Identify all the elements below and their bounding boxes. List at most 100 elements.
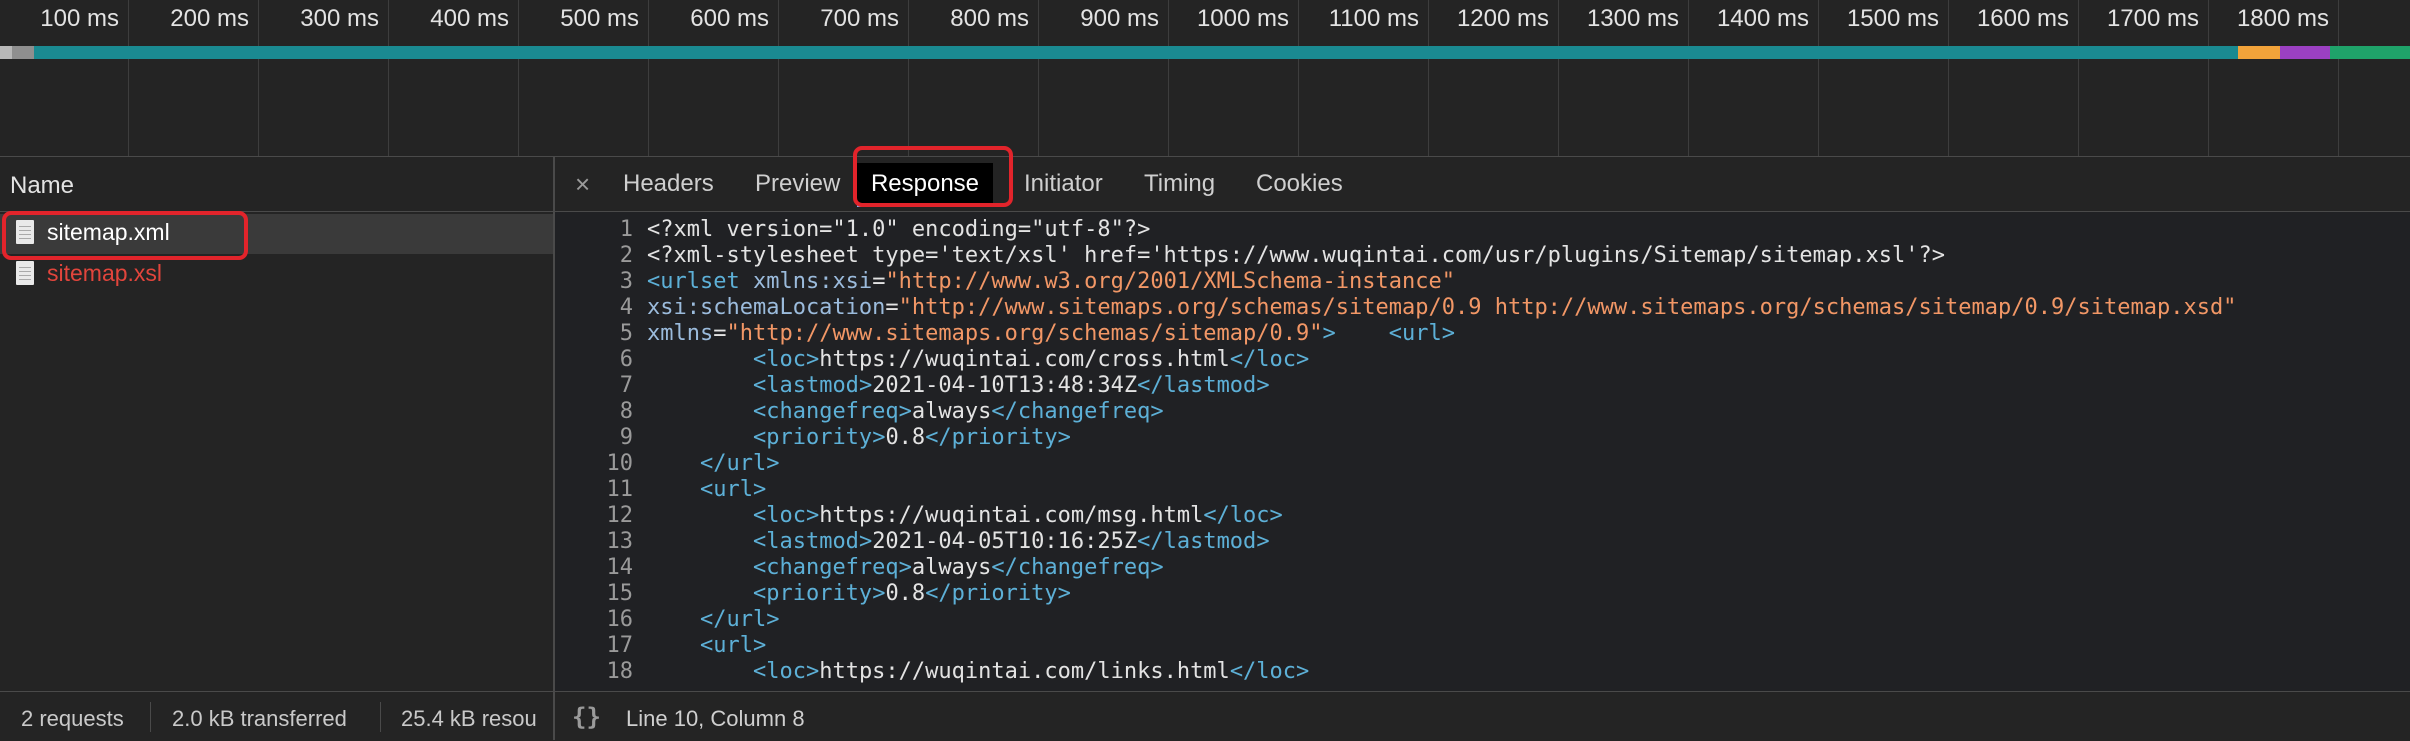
line-number: 5 — [619, 321, 633, 346]
resources-size: 25.4 kB resou — [401, 706, 537, 731]
timeline-gridline — [518, 0, 519, 156]
tab-initiator[interactable]: Initiator — [1024, 170, 1103, 198]
code-line: <loc>https://wuqintai.com/cross.html</lo… — [752, 347, 1310, 372]
timeline-gridline — [908, 0, 909, 156]
tab-timing[interactable]: Timing — [1144, 170, 1215, 198]
waterfall-overview-bar — [0, 46, 2410, 59]
timeline-tick-label: 1500 ms — [1846, 5, 1939, 32]
waterfall-segment-green — [2330, 46, 2410, 59]
waterfall-segment-teal — [34, 46, 2238, 59]
request-count: 2 requests — [21, 706, 124, 731]
line-number: 15 — [606, 581, 634, 606]
timeline-gridline — [1688, 0, 1689, 156]
line-number: 18 — [606, 659, 634, 684]
timeline-tick-label: 1700 ms — [2106, 5, 2199, 32]
response-code-viewer[interactable]: 1 <?xml version="1.0" encoding="utf-8"?> 2… — [555, 217, 2410, 692]
timeline-gridline — [1168, 0, 1169, 156]
code-line: <urlset xmlns:xsi="http://www.w3.org/200… — [647, 269, 1455, 294]
line-number: 9 — [619, 425, 633, 450]
line-number: 14 — [606, 555, 634, 580]
code-line: <url> — [699, 477, 767, 502]
tab-response[interactable]: Response — [857, 163, 993, 207]
timeline-tick-label: 300 ms — [300, 5, 379, 32]
line-number: 8 — [619, 399, 633, 424]
cursor-position: Line 10, Column 8 — [626, 706, 805, 731]
timeline-gridline — [1428, 0, 1429, 156]
line-number: 4 — [619, 295, 633, 320]
code-line: <priority>0.8</priority> — [752, 425, 1071, 450]
name-column-header[interactable]: Name — [0, 157, 553, 212]
close-icon[interactable]: × — [575, 169, 590, 200]
request-row-sitemap-xml[interactable]: sitemap.xml — [0, 214, 553, 254]
line-number: 13 — [606, 529, 634, 554]
timeline-gridline — [2208, 0, 2209, 156]
timeline-tick-label: 1800 ms — [2236, 5, 2329, 32]
tab-headers[interactable]: Headers — [623, 170, 714, 198]
code-line: <?xml version="1.0" encoding="utf-8"?> — [647, 217, 1151, 242]
line-number: 10 — [606, 451, 634, 476]
timeline-gridline — [1948, 0, 1949, 156]
timeline-tick-label: 200 ms — [170, 5, 249, 32]
code-line: xmlns="http://www.sitemaps.org/schemas/s… — [647, 321, 1455, 346]
waterfall-segment-gray — [0, 46, 12, 59]
timeline-tick-label: 500 ms — [560, 5, 639, 32]
network-summary-bar: 2 requests 2.0 kB transferred 25.4 kB re… — [0, 691, 553, 741]
timeline-gridline — [1298, 0, 1299, 156]
details-tab-bar: × Headers Preview Response Initiator Tim… — [555, 157, 2410, 212]
code-line: <url> — [699, 633, 767, 658]
line-number: 3 — [619, 269, 633, 294]
network-timeline-overview[interactable]: 100 ms 200 ms 300 ms 400 ms 500 ms 600 ms 700 … — [0, 0, 2410, 157]
tab-response-label: Response — [870, 170, 980, 197]
timeline-tick-label: 1400 ms — [1716, 5, 1809, 32]
timeline-gridline — [128, 0, 129, 156]
waterfall-segment-purple — [2280, 46, 2330, 59]
timeline-tick-label: 1000 ms — [1196, 5, 1289, 32]
response-status-bar: {} Line 10, Column 8 — [555, 691, 2410, 741]
timeline-gridline — [388, 0, 389, 156]
code-line: xsi:schemaLocation="http://www.sitemaps.… — [647, 295, 2237, 320]
code-line: </url> — [699, 607, 780, 632]
line-number: 12 — [606, 503, 634, 528]
code-line: <lastmod>2021-04-10T13:48:34Z</lastmod> — [752, 373, 1270, 398]
timeline-tick-label: 1200 ms — [1456, 5, 1549, 32]
tab-preview[interactable]: Preview — [755, 170, 840, 198]
line-number: 16 — [606, 607, 634, 632]
line-number: 7 — [619, 373, 633, 398]
timeline-tick-label: 100 ms — [40, 5, 119, 32]
timeline-gridline — [1038, 0, 1039, 156]
timeline-tick-label: 1600 ms — [1976, 5, 2069, 32]
timeline-tick-label: 1100 ms — [1328, 5, 1419, 32]
request-details-pane: × Headers Preview Response Initiator Tim… — [555, 157, 2410, 741]
code-line: </url> — [699, 451, 780, 476]
code-line: <loc>https://wuqintai.com/msg.html</loc> — [752, 503, 1283, 528]
line-number: 2 — [619, 243, 633, 268]
pretty-print-braces-icon[interactable]: {} — [572, 703, 601, 731]
line-number: 6 — [619, 347, 633, 372]
timeline-gridline — [648, 0, 649, 156]
timeline-gridline — [2338, 0, 2339, 156]
timeline-tick-label: 600 ms — [690, 5, 769, 32]
document-icon — [16, 261, 34, 285]
timeline-tick-label: 700 ms — [820, 5, 899, 32]
timeline-gridline — [1558, 0, 1559, 156]
timeline-tick-label: 1300 ms — [1586, 5, 1679, 32]
request-name: sitemap.xml — [47, 219, 170, 245]
status-divider — [150, 702, 151, 732]
name-column-label: Name — [10, 172, 75, 199]
status-divider — [380, 702, 381, 732]
request-list-pane: Name sitemap.xml sitemap.xsl 2 requests … — [0, 157, 555, 740]
document-icon — [16, 220, 34, 244]
timeline-tick-label: 800 ms — [950, 5, 1029, 32]
code-line: <changefreq>always</changefreq> — [752, 555, 1164, 580]
code-line: <lastmod>2021-04-05T10:16:25Z</lastmod> — [752, 529, 1270, 554]
code-line: <loc>https://wuqintai.com/links.html</lo… — [752, 659, 1310, 684]
timeline-gridline — [258, 0, 259, 156]
code-line: <priority>0.8</priority> — [752, 581, 1071, 606]
request-name: sitemap.xsl — [47, 260, 163, 286]
code-line: <?xml-stylesheet type='text/xsl' href='h… — [647, 243, 1946, 268]
waterfall-segment-light-gray — [12, 46, 34, 59]
request-row-sitemap-xsl[interactable]: sitemap.xsl — [0, 255, 553, 295]
transferred-size: 2.0 kB transferred — [172, 706, 347, 731]
line-number: 1 — [619, 217, 633, 242]
tab-cookies[interactable]: Cookies — [1256, 170, 1343, 198]
